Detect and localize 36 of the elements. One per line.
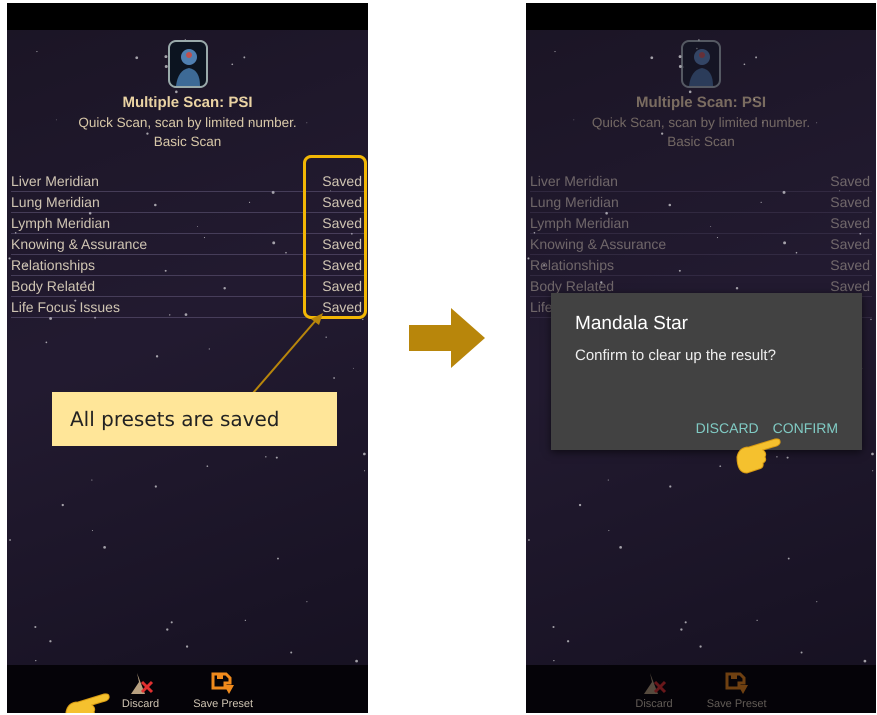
preset-status: Saved [830, 215, 871, 231]
preset-status: Saved [322, 299, 363, 315]
preset-name: Relationships [11, 257, 96, 273]
callout-note: All presets are saved [52, 392, 337, 446]
scan-mode: Basic Scan [154, 134, 222, 149]
dialog-title: Mandala Star [575, 313, 690, 335]
preset-status: Saved [830, 257, 871, 273]
preset-name: Life [530, 299, 554, 315]
preset-status: Saved [322, 173, 363, 189]
preset-status: Saved [322, 215, 363, 231]
preset-status: Saved [322, 257, 363, 273]
preset-name: Body Related [530, 278, 616, 294]
preset-name: Lymph Meridian [530, 215, 630, 231]
preset-status: Saved [830, 194, 871, 210]
preset-status: Saved [322, 278, 363, 294]
preset-status: Saved [322, 236, 363, 252]
preset-name: Knowing & Assurance [530, 236, 668, 252]
preset-status: Saved [322, 194, 363, 210]
preset-name: Body Related [11, 278, 96, 294]
scan-description: Quick Scan, scan by limited number. [78, 115, 297, 130]
dialog-message: Confirm to clear up the result? [575, 347, 777, 364]
preset-name: Lung Meridian [530, 194, 620, 210]
preset-name: Liver Meridian [530, 173, 619, 189]
screen-title: Multiple Scan: PSI [636, 94, 766, 111]
scan-mode: Basic Scan [667, 134, 735, 149]
preset-name: Life Focus Issues [11, 299, 121, 315]
preset-name: Lung Meridian [11, 194, 101, 210]
preset-name: Lymph Meridian [11, 215, 112, 231]
preset-name: Relationships [530, 257, 616, 273]
screen-title: Multiple Scan: PSI [122, 94, 253, 111]
preset-name: Knowing & Assurance [11, 236, 148, 252]
preset-name: Liver Meridian [11, 173, 100, 189]
preset-status: Saved [830, 236, 871, 252]
preset-status: Saved [830, 173, 871, 189]
preset-status: Saved [830, 278, 871, 294]
scan-description: Quick Scan, scan by limited number. [592, 115, 810, 130]
